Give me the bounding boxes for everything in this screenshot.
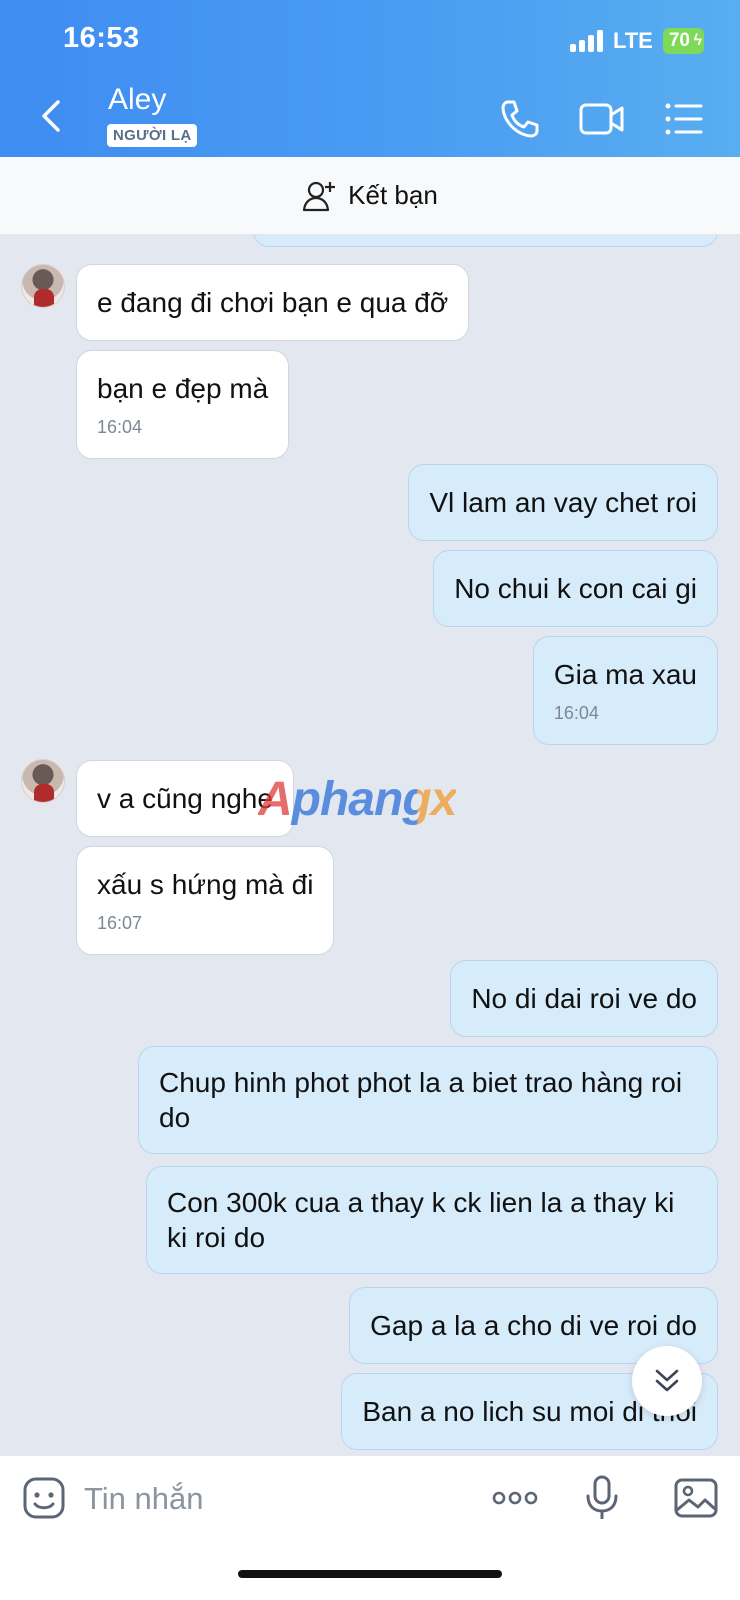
message-time: 16:07 xyxy=(97,913,143,933)
message-text: Chup hinh phot phot la a biet trao hàng … xyxy=(159,1067,683,1133)
video-call-icon[interactable] xyxy=(578,96,626,142)
avatar[interactable] xyxy=(21,759,65,803)
menu-list-icon[interactable] xyxy=(664,96,704,142)
message-time: 16:04 xyxy=(97,417,143,437)
watermark-logo: Aphangx xyxy=(258,773,457,826)
message-text: No di dai roi ve do xyxy=(471,983,697,1014)
battery-indicator: 70 ϟ xyxy=(662,28,704,54)
message-time: 16:04 xyxy=(553,703,599,723)
message-bubble-partial[interactable] xyxy=(253,235,718,247)
more-icon[interactable] xyxy=(490,1474,540,1522)
phone-icon[interactable] xyxy=(497,96,543,142)
message-input-bar: Tin nhắn xyxy=(0,1455,740,1600)
back-icon[interactable] xyxy=(32,96,72,136)
message-text: Con 300k cua a thay k ck lien la a thay … xyxy=(167,1187,675,1253)
message-text: No chui k con cai gi xyxy=(454,573,697,604)
message-bubble-in[interactable]: e đang đi chơi bạn e qua đỡ xyxy=(76,264,470,341)
network-label: LTE xyxy=(612,28,653,53)
scroll-down-icon xyxy=(655,1369,679,1392)
image-icon[interactable] xyxy=(672,1474,720,1522)
message-bubble-out[interactable]: No di dai roi ve do xyxy=(450,960,718,1037)
message-bubble-out[interactable]: Con 300k cua a thay k ck lien la a thay … xyxy=(146,1166,718,1274)
message-bubble-out[interactable]: Vl lam an vay chet roi xyxy=(408,464,718,541)
message-input[interactable]: Tin nhắn xyxy=(84,1481,204,1517)
message-list[interactable]: e đang đi chơi bạn e qua đỡ bạn e đẹp mà… xyxy=(0,235,740,1455)
add-friend-icon xyxy=(303,181,336,211)
chat-header: 16:53 LTE 70 ϟ Aley NGƯỜI LẠ xyxy=(0,0,740,157)
microphone-icon[interactable] xyxy=(578,1474,626,1522)
message-text: bạn e đẹp mà xyxy=(97,373,269,404)
message-text: Vl lam an vay chet roi xyxy=(429,487,697,518)
scroll-down-button[interactable] xyxy=(632,1346,702,1416)
message-text: Gap a la a cho di ve roi do xyxy=(370,1310,697,1341)
add-friend-label: Kết bạn xyxy=(348,180,438,210)
message-text: v a cũng nghe xyxy=(97,783,273,814)
stranger-badge: NGƯỜI LẠ xyxy=(107,124,198,147)
sticker-icon[interactable] xyxy=(20,1474,68,1522)
message-bubble-out[interactable]: Gia ma xau 16:04 xyxy=(532,636,718,745)
message-bubble-in[interactable]: xấu s hứng mà đi 16:07 xyxy=(76,846,335,955)
signal-icon xyxy=(569,30,603,52)
message-text: Gia ma xau xyxy=(553,659,697,690)
message-text: xấu s hứng mà đi xyxy=(97,869,314,900)
message-text: e đang đi chơi bạn e qua đỡ xyxy=(97,287,449,318)
contact-name[interactable]: Aley xyxy=(108,83,166,117)
avatar[interactable] xyxy=(21,264,65,308)
message-bubble-out[interactable]: No chui k con cai gi xyxy=(433,550,718,627)
charging-icon: ϟ xyxy=(693,32,702,49)
status-time: 16:53 xyxy=(63,22,140,54)
message-bubble-in[interactable]: bạn e đẹp mà 16:04 xyxy=(76,350,290,459)
status-indicators: LTE 70 ϟ xyxy=(569,27,704,55)
home-indicator xyxy=(238,1570,502,1578)
message-bubble-out[interactable]: Chup hinh phot phot la a biet trao hàng … xyxy=(138,1046,718,1154)
battery-level: 70 xyxy=(668,30,690,51)
add-friend-button[interactable]: Kết bạn xyxy=(0,157,740,235)
